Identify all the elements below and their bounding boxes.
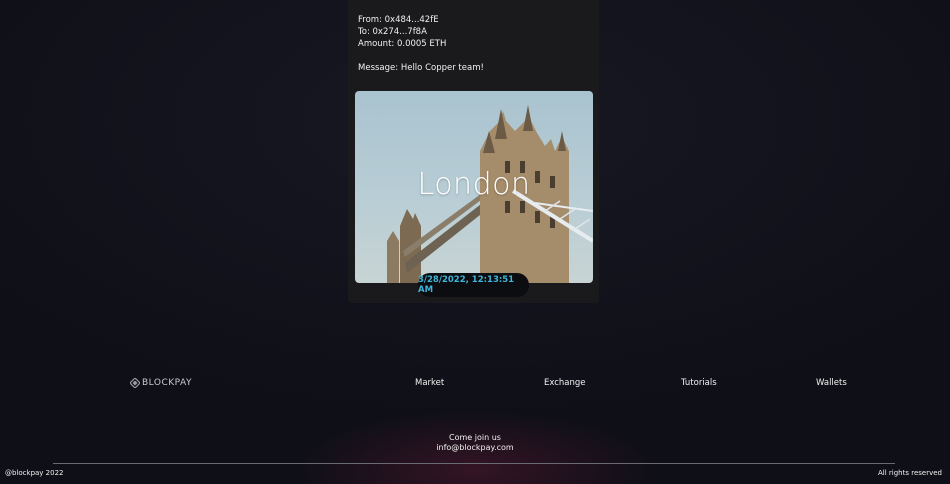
- city-image: London: [355, 91, 593, 283]
- nav-wallets[interactable]: Wallets: [816, 378, 847, 388]
- amount: Amount: 0.0005 ETH: [358, 39, 447, 49]
- transaction-card: From: 0x484...42fE To: 0x274...7f8A Amou…: [348, 0, 599, 303]
- contact-email[interactable]: info@blockpay.com: [0, 443, 950, 452]
- blockpay-logo[interactable]: BLOCKPAY: [130, 378, 192, 388]
- nav-tutorials[interactable]: Tutorials: [681, 378, 717, 388]
- nav-exchange[interactable]: Exchange: [544, 378, 586, 388]
- join-label: Come join us: [449, 433, 501, 442]
- rights-text: All rights reserved: [878, 469, 942, 477]
- copyright: @blockpay 2022: [5, 469, 64, 477]
- to-address: To: 0x274...7f8A: [358, 27, 427, 37]
- message: Message: Hello Copper team!: [358, 63, 484, 73]
- diamond-logo-icon: [130, 378, 140, 388]
- logo-text: BLOCKPAY: [142, 378, 192, 388]
- timestamp-badge: 3/28/2022, 12:13:51 AM: [418, 273, 529, 297]
- footer-divider: [53, 463, 895, 464]
- nav-market[interactable]: Market: [415, 378, 444, 388]
- from-address: From: 0x484...42fE: [358, 15, 439, 25]
- city-name: London: [417, 167, 531, 202]
